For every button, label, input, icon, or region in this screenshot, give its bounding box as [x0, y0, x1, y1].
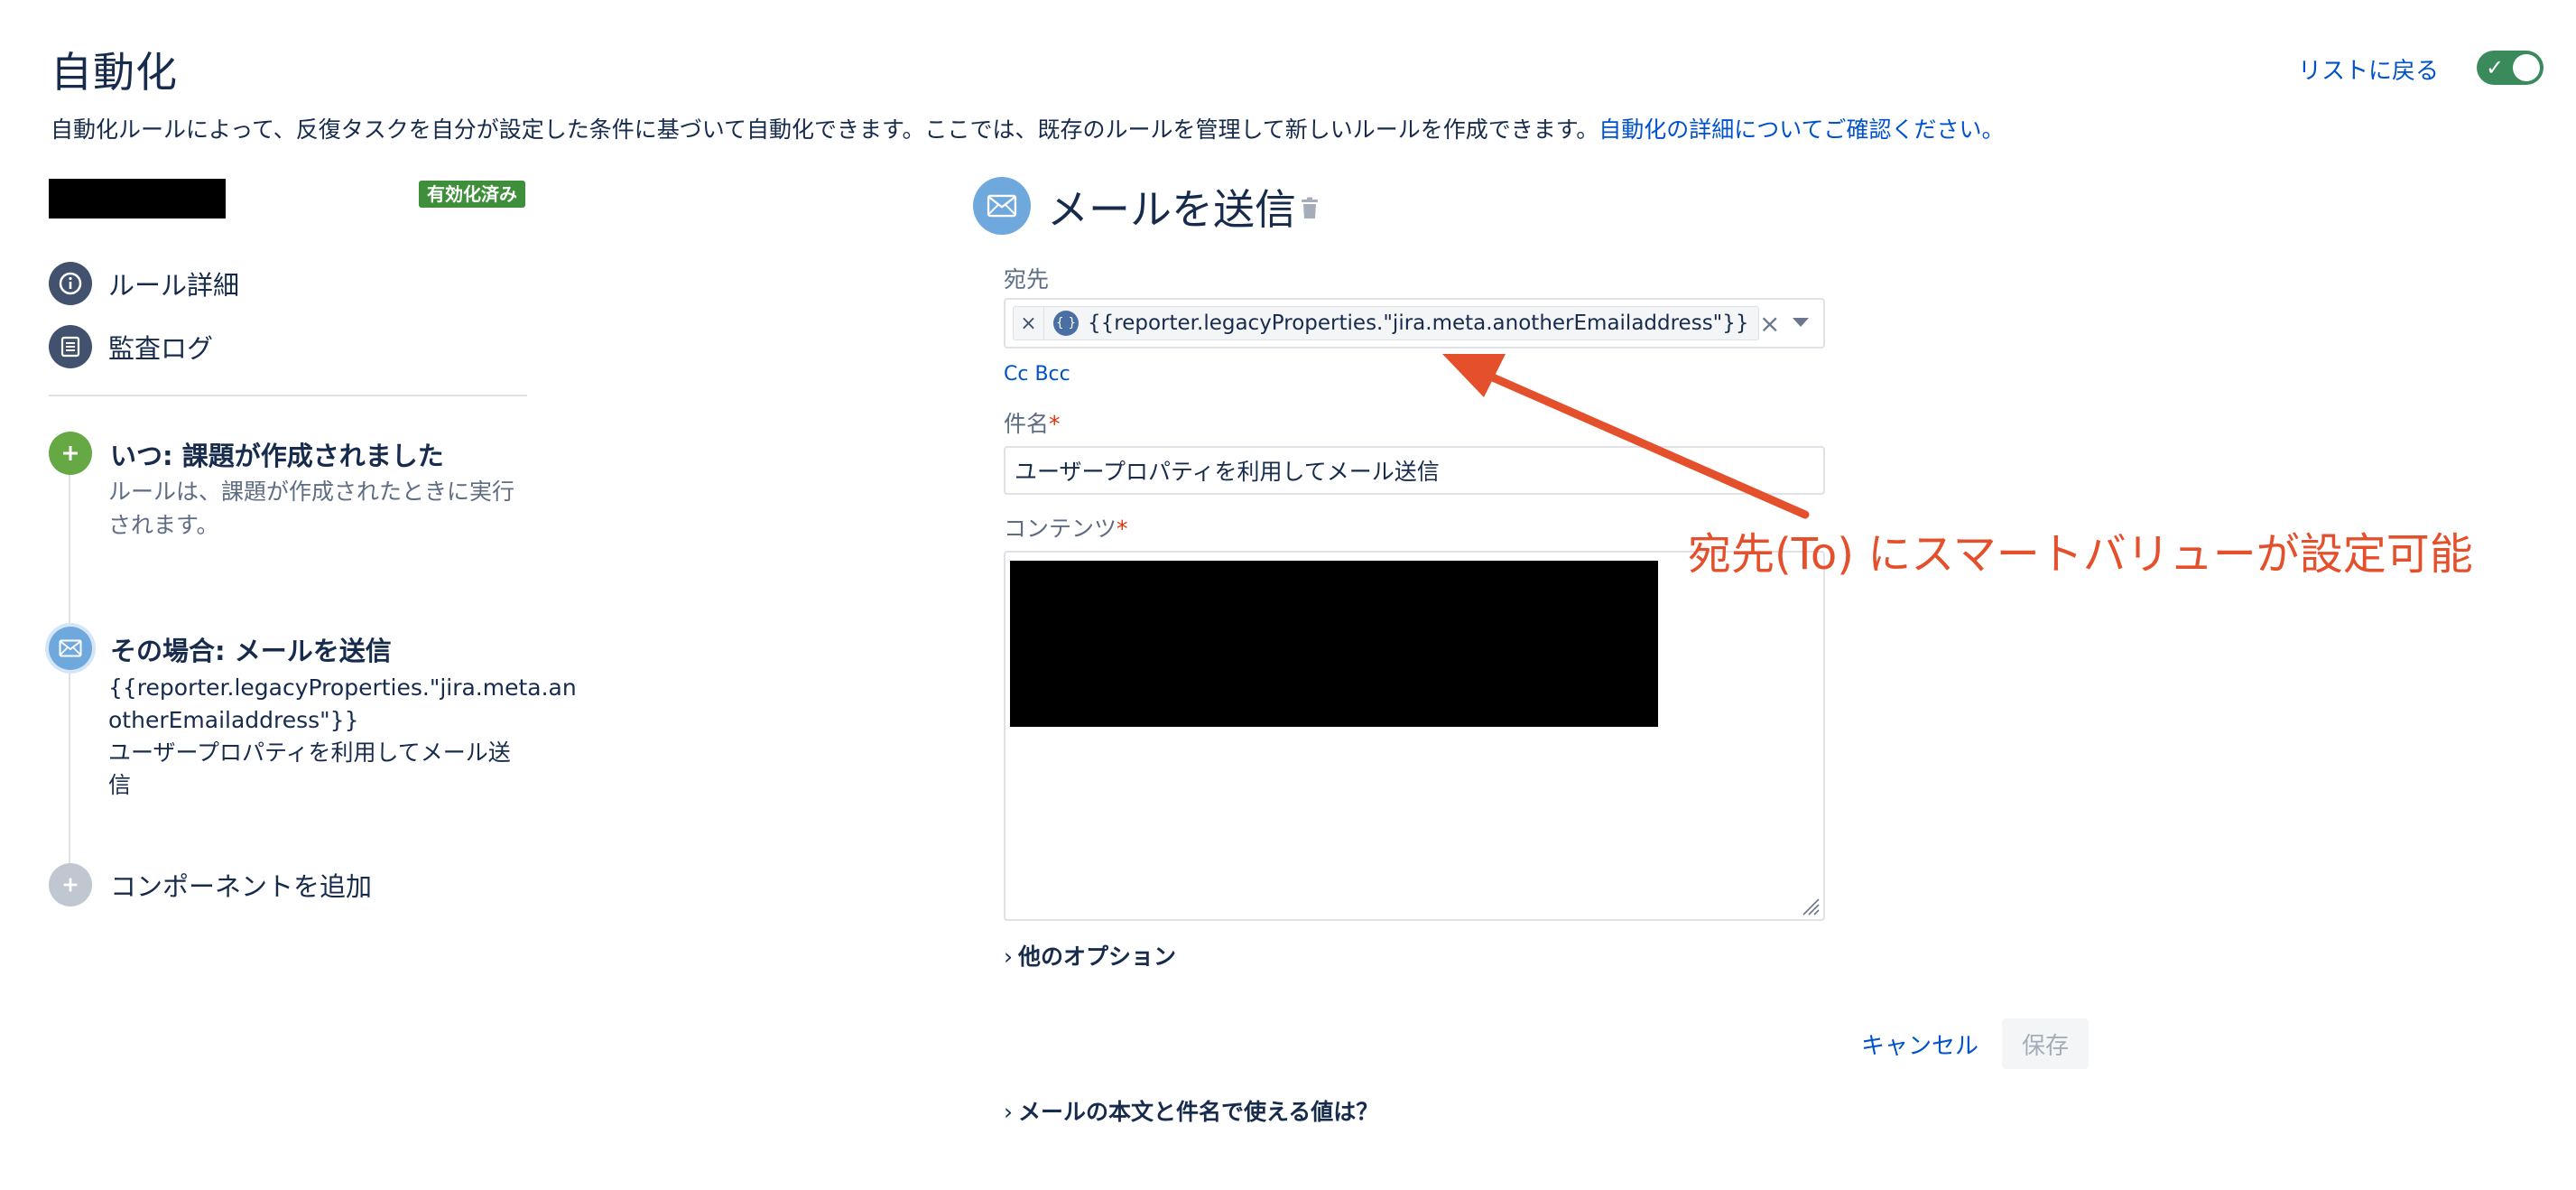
- mail-icon: [973, 177, 1031, 235]
- action-summary-line: 信: [108, 772, 132, 798]
- learn-more-link[interactable]: 自動化の詳細についてご確認ください。: [1598, 116, 2004, 143]
- to-field[interactable]: × { } {{reporter.legacyProperties."jira.…: [1004, 298, 1825, 349]
- sidebar-item-label: ルール詳細: [108, 270, 240, 301]
- content-textarea[interactable]: [1004, 551, 1825, 921]
- list-icon: [49, 325, 92, 368]
- mail-icon: [49, 627, 92, 670]
- smart-values-help-toggle[interactable]: › メールの本文と件名で使える値は？: [1004, 1094, 1378, 1127]
- back-to-list-link[interactable]: リストに戻る: [2298, 52, 2439, 86]
- sidebar-divider: [49, 395, 527, 396]
- resize-handle-icon[interactable]: [1800, 896, 1820, 916]
- action-title: その場合: メールを送信: [110, 636, 392, 666]
- plus-icon: [49, 432, 92, 475]
- trash-icon[interactable]: [1300, 197, 1320, 224]
- plus-icon: [49, 863, 92, 906]
- info-icon: [49, 262, 92, 305]
- page-title: 自動化: [51, 48, 178, 97]
- subject-label-text: 件名: [1004, 411, 1050, 437]
- trigger-subtitle-line: されます。: [108, 512, 219, 538]
- add-component-button[interactable]: コンポーネントを追加: [49, 863, 372, 906]
- action-heading: メールを送信: [1047, 185, 1296, 234]
- add-component-label: コンポーネントを追加: [110, 871, 373, 902]
- required-mark: *: [1117, 516, 1128, 542]
- smart-value-icon: { }: [1053, 311, 1079, 336]
- description-text: 自動化ルールによって、反復タスクを自分が設定した条件に基づいて自動化できます。こ…: [51, 116, 1599, 143]
- save-button[interactable]: 保存: [2002, 1018, 2089, 1069]
- chevron-right-icon: ›: [1004, 944, 1013, 970]
- action-summary-line: ユーザープロパティを利用してメール送: [108, 739, 511, 766]
- chevron-right-icon: ›: [1004, 1099, 1013, 1125]
- toggle-knob: [2513, 54, 2540, 81]
- rule-enabled-toggle[interactable]: ✓: [2477, 51, 2544, 85]
- action-summary-line: otherEmailaddress"}}: [108, 707, 359, 733]
- status-badge: 有効化済み: [419, 181, 525, 208]
- annotation-text: 宛先(To) にスマートバリューが設定可能: [1688, 529, 2473, 580]
- trigger-subtitle: ルールは、課題が作成されたときに実行 されます。: [108, 475, 596, 542]
- sidebar-item-rule-details[interactable]: ルール詳細: [49, 262, 239, 305]
- sidebar-item-audit-log[interactable]: 監査ログ: [49, 325, 213, 368]
- more-options-label: 他のオプション: [1018, 944, 1177, 970]
- rule-name-redacted: [49, 179, 226, 218]
- check-icon: ✓: [2486, 55, 2505, 80]
- cc-bcc-link[interactable]: Cc Bcc: [1004, 363, 1070, 386]
- smart-value-chip: × { } {{reporter.legacyProperties."jira.…: [1013, 306, 1759, 340]
- action-summary-line: {{reporter.legacyProperties."jira.meta.a…: [108, 674, 577, 701]
- subject-input[interactable]: [1004, 446, 1825, 495]
- sidebar-item-label: 監査ログ: [108, 333, 214, 364]
- trigger-title: いつ: 課題が作成されました: [110, 441, 444, 471]
- chevron-down-icon[interactable]: [1793, 318, 1809, 327]
- clear-icon[interactable]: ×: [1759, 309, 1780, 339]
- page-description: 自動化ルールによって、反復タスクを自分が設定した条件に基づいて自動化できます。こ…: [51, 112, 2005, 144]
- remove-chip-icon[interactable]: ×: [1014, 306, 1044, 340]
- to-label: 宛先: [1004, 266, 1050, 293]
- trigger-subtitle-line: ルールは、課題が作成されたときに実行: [108, 479, 515, 505]
- chip-value: {{reporter.legacyProperties."jira.meta.a…: [1088, 311, 1749, 335]
- more-options-toggle[interactable]: › 他のオプション: [1004, 939, 1176, 972]
- required-mark: *: [1049, 411, 1061, 437]
- cancel-button[interactable]: キャンセル: [1852, 1018, 1988, 1069]
- action-summary: {{reporter.legacyProperties."jira.meta.a…: [108, 672, 596, 802]
- content-redacted: [1010, 561, 1658, 727]
- help-toggle-label: メールの本文と件名で使える値は？: [1018, 1099, 1379, 1125]
- content-label: コンテンツ*: [1004, 511, 1128, 544]
- subject-label: 件名*: [1004, 406, 1061, 439]
- content-label-text: コンテンツ: [1004, 516, 1117, 542]
